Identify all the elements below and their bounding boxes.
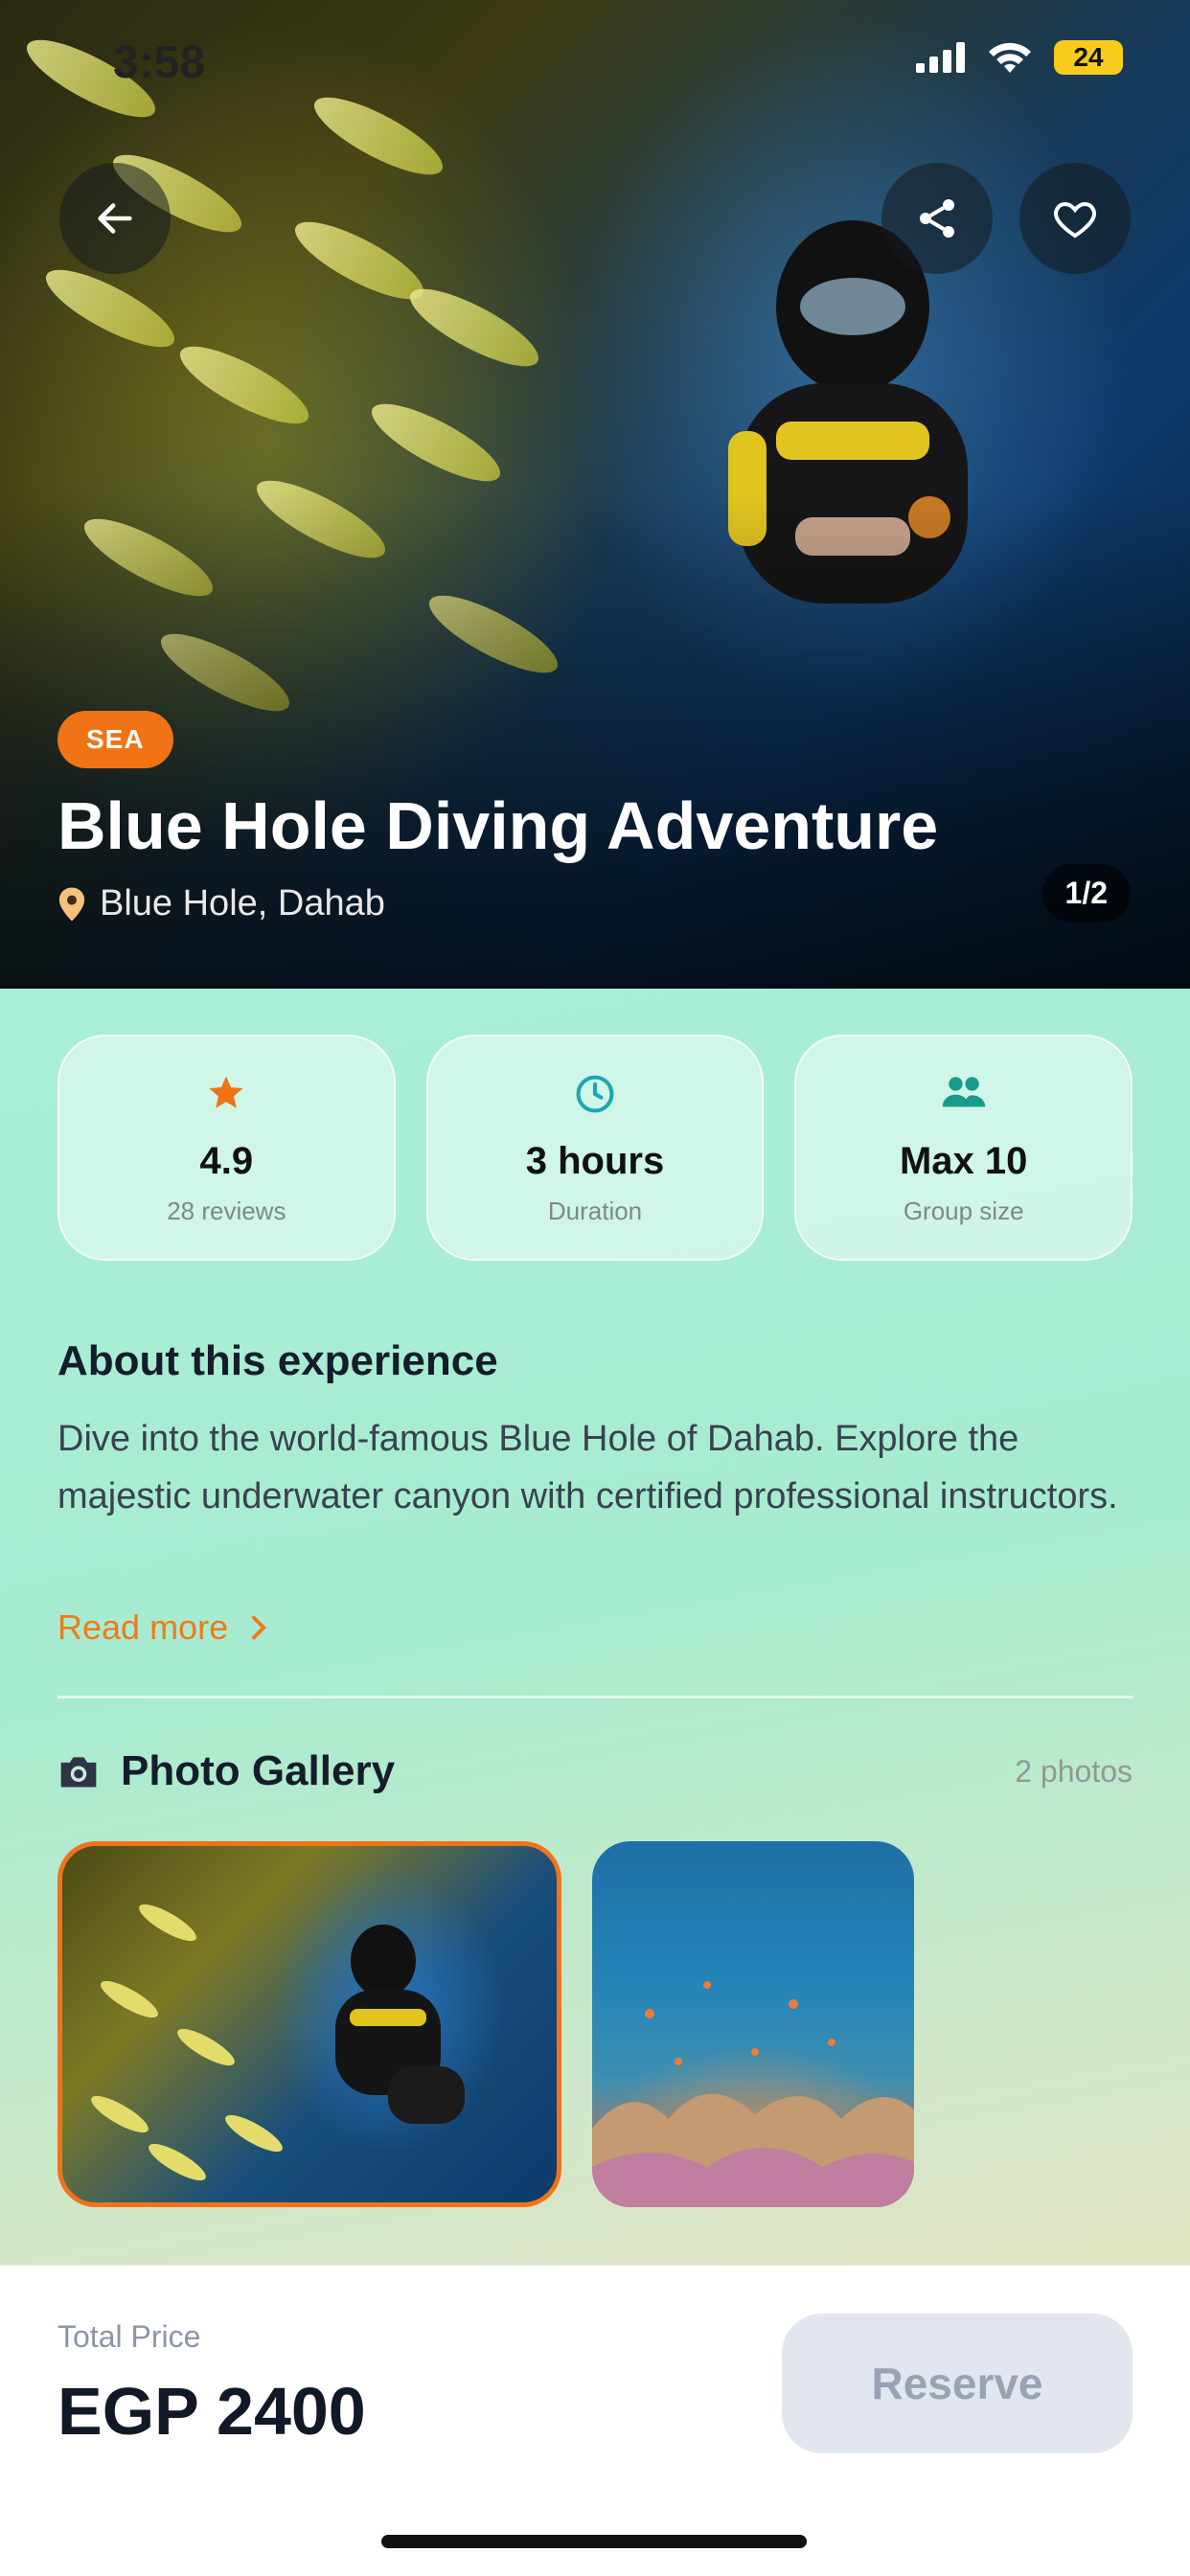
read-more-link[interactable]: Read more — [57, 1607, 268, 1648]
favorite-button[interactable] — [1019, 163, 1131, 274]
rating-card: 4.9 28 reviews — [57, 1035, 396, 1261]
camera-icon — [60, 1757, 97, 1788]
gallery-title: Photo Gallery — [121, 1747, 396, 1794]
group-size-value: Max 10 — [899, 1140, 1028, 1182]
booking-bar: Total Price EGP 2400 Reserve — [0, 2265, 1190, 2576]
back-button[interactable] — [59, 163, 171, 274]
hero-image[interactable]: 3:58 24 SEA Blue Hole Diving Adventure B… — [0, 0, 1190, 989]
about-text: Dive into the world-famous Blue Hole of … — [57, 1419, 1118, 1516]
rating-label: 28 reviews — [167, 1197, 286, 1225]
group-size-label: Group size — [903, 1197, 1024, 1225]
diver-thumbnail-image — [91, 1904, 465, 2181]
wifi-icon — [989, 42, 1031, 73]
map-pin-icon — [58, 887, 85, 921]
group-icon — [942, 1077, 985, 1107]
home-indicator[interactable] — [381, 2535, 807, 2548]
total-price: EGP 2400 — [57, 2374, 366, 2449]
category-badge: SEA — [57, 711, 173, 768]
duration-label: Duration — [547, 1197, 643, 1225]
star-icon — [209, 1076, 243, 1108]
gallery-count: 2 photos — [1015, 1753, 1133, 1789]
price-label: Total Price — [57, 2319, 201, 2354]
battery-icon: 24 — [1054, 40, 1123, 75]
stats-row: 4.9 28 reviews 3 hours Duration Max 10 G… — [57, 1035, 1133, 1261]
image-counter: 1/2 — [1041, 864, 1131, 923]
gallery-header: Photo Gallery 2 photos — [57, 1747, 1133, 1795]
heart-icon — [1054, 201, 1096, 239]
duration-value: 3 hours — [525, 1140, 665, 1182]
location-text: Blue Hole, Dahab — [100, 883, 385, 923]
about-title: About this experience — [57, 1337, 498, 1384]
gallery-thumbnail[interactable] — [592, 1841, 914, 2207]
divider — [57, 1696, 1133, 1698]
reserve-button[interactable]: Reserve — [782, 2314, 1133, 2453]
chevron-right-icon — [251, 1615, 267, 1640]
rating-value: 4.9 — [199, 1140, 254, 1182]
read-more-label: Read more — [57, 1607, 229, 1647]
coral-reef-thumbnail-image — [592, 1981, 914, 2207]
gallery-thumbnail-selected[interactable] — [57, 1841, 561, 2207]
duration-card: 3 hours Duration — [425, 1035, 765, 1261]
page-title: Blue Hole Diving Adventure — [57, 788, 939, 863]
share-icon — [920, 199, 954, 238]
arrow-left-icon — [98, 203, 132, 234]
location: Blue Hole, Dahab — [57, 883, 385, 924]
clock-icon — [576, 1075, 614, 1113]
status-bar: 3:58 24 — [0, 0, 1190, 125]
group-size-card: Max 10 Group size — [794, 1035, 1133, 1261]
status-time: 3:58 — [113, 37, 206, 88]
share-button[interactable] — [881, 163, 993, 274]
signal-icon — [916, 42, 965, 73]
